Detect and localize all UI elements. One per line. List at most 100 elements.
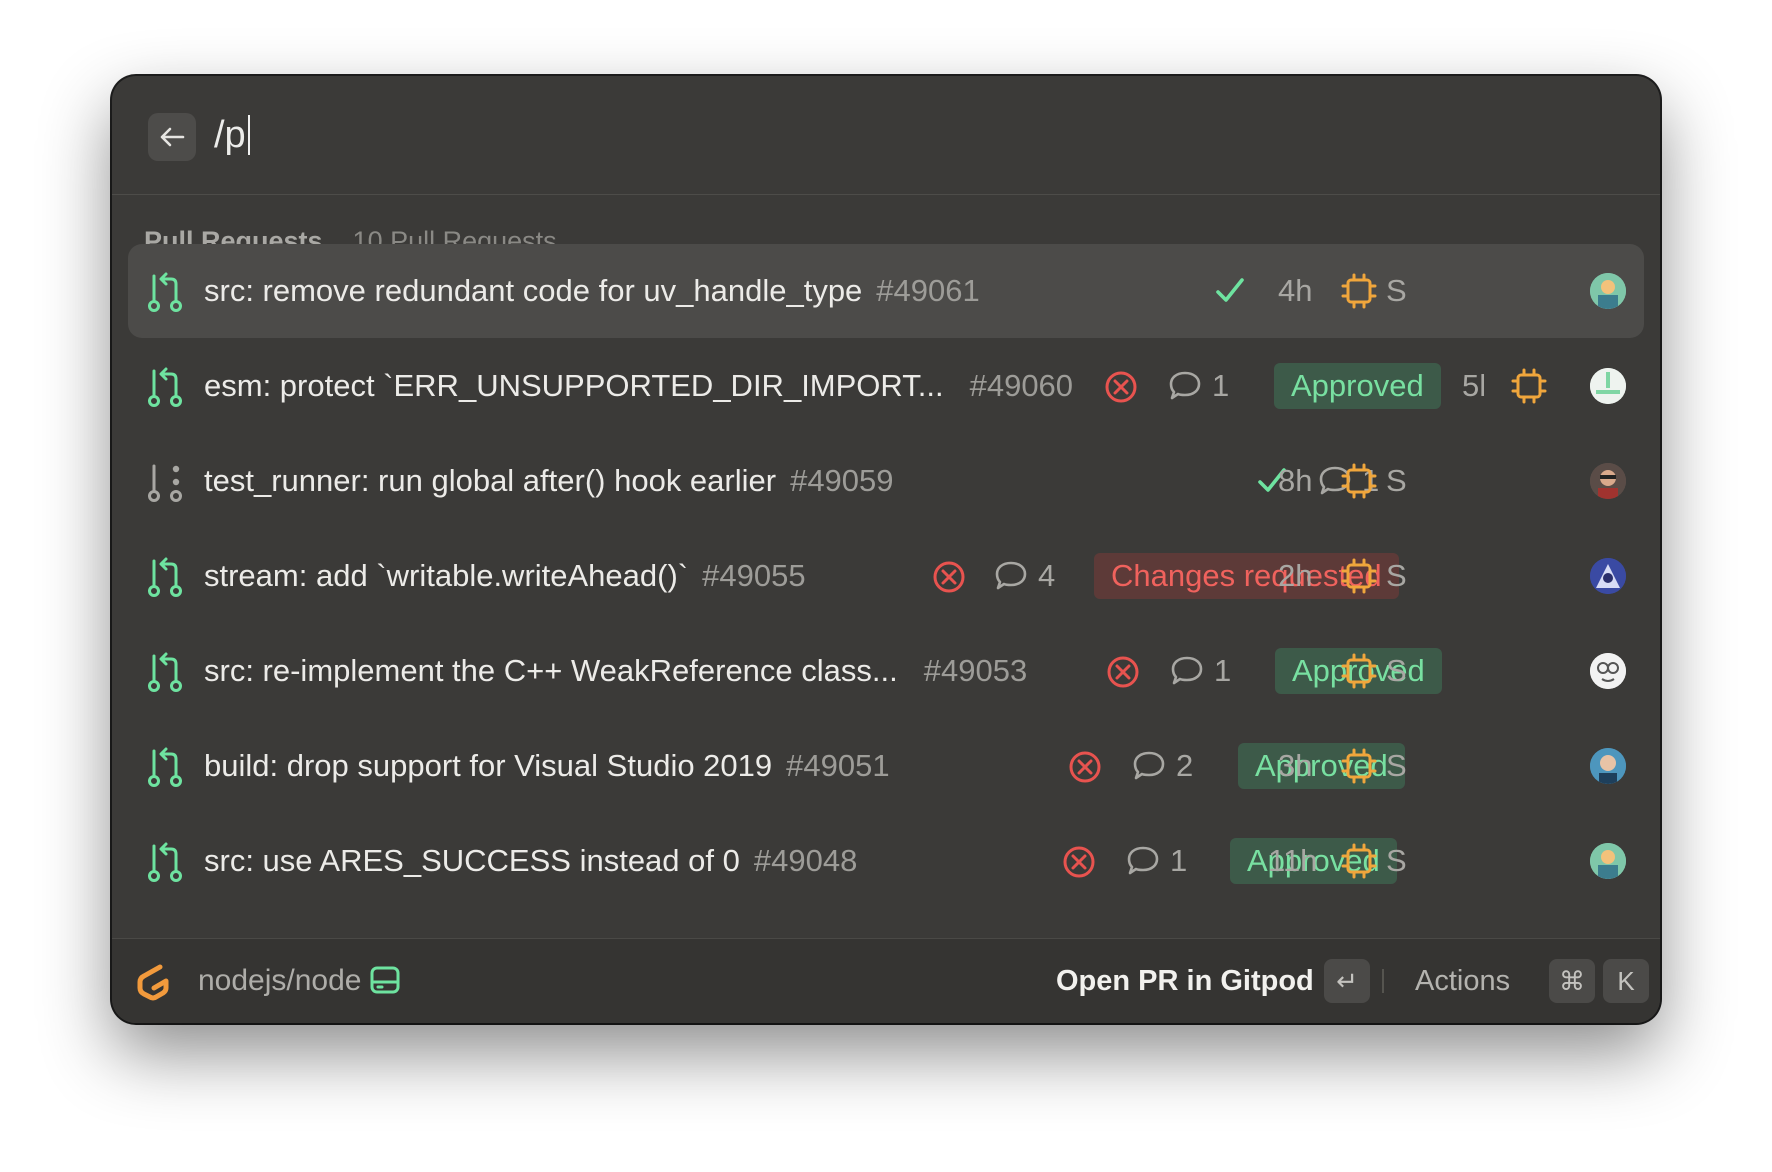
chip-icon — [1358, 367, 1396, 405]
comment-icon — [1169, 371, 1201, 400]
avatar[interactable] — [1590, 843, 1626, 879]
pr-row-49060[interactable]: esm: protect `ERR_UNSUPPORTED_DIR_IMPORT… — [128, 339, 1644, 433]
pr-title-text: src: use ARES_SUCCESS instead of 0 — [204, 843, 740, 878]
pr-title: build: drop support for Visual Studio 20… — [204, 719, 890, 813]
pr-number: #49059 — [790, 463, 894, 498]
pr-time: 4h — [1278, 273, 1313, 308]
avatar[interactable] — [1590, 748, 1626, 784]
arrow-left-icon — [160, 127, 185, 147]
pr-number: #49055 — [702, 558, 806, 593]
pr-time: 11h — [1268, 843, 1318, 878]
comment-count-text: 1 — [1214, 653, 1232, 688]
x-circle-icon — [933, 561, 965, 593]
pr-row-49051[interactable]: build: drop support for Visual Studio 20… — [128, 719, 1644, 813]
pr-title: src: remove redundant code for uv_handle… — [204, 244, 980, 338]
pr-title: src: re-implement the C++ WeakReference … — [204, 624, 1027, 718]
pr-title-text: src: remove redundant code for uv_handle… — [204, 273, 863, 308]
git-pull-request-icon — [148, 652, 182, 692]
avatar[interactable] — [1590, 653, 1626, 689]
search-bar: /p — [112, 76, 1660, 195]
search-query-text: /p — [214, 114, 246, 156]
chip-icon — [1341, 558, 1377, 594]
avatar[interactable] — [1590, 558, 1626, 594]
chip-icon — [1341, 748, 1377, 784]
k-key-hint: K — [1603, 959, 1649, 1003]
git-pull-request-draft-icon — [148, 464, 182, 502]
pr-number: #49053 — [923, 653, 1028, 688]
comment-count-text: 1 — [1170, 843, 1188, 878]
git-pull-request-icon — [148, 747, 182, 787]
git-pull-request-icon — [148, 367, 182, 407]
pr-row-49055[interactable]: stream: add `writable.writeAhead()` #4905… — [128, 529, 1644, 623]
footer-divider — [1382, 969, 1384, 993]
x-circle-icon — [1107, 656, 1139, 688]
pr-row-49061[interactable]: src: remove redundant code for uv_handle… — [128, 244, 1644, 338]
pr-row-49048[interactable]: src: use ARES_SUCCESS instead of 0 #49048… — [128, 814, 1644, 908]
pr-size: S — [1386, 273, 1407, 308]
footer-bar: nodejs/node Open PR in Gitpod ↵ Actions … — [112, 938, 1660, 1023]
review-badge: Approved — [1238, 743, 1405, 789]
comment-count-text: 2 — [1176, 748, 1194, 783]
pr-title: src: use ARES_SUCCESS instead of 0 #49048 — [204, 814, 857, 908]
pr-title: stream: add `writable.writeAhead()` #4905… — [204, 529, 806, 623]
command-palette-window: /p Pull Requests 10 Pull Requests src: re… — [112, 76, 1660, 1023]
chip-icon — [1511, 368, 1547, 404]
chip-icon — [1341, 463, 1377, 499]
repo-name[interactable]: nodejs/node — [198, 939, 361, 1023]
command-key-hint: ⌘ — [1549, 959, 1595, 1003]
comment-count-text: 4 — [1038, 558, 1056, 593]
x-circle-icon — [1105, 371, 1137, 403]
comment-count-text: 1 — [1212, 368, 1230, 403]
comment-icon — [995, 561, 1027, 590]
pr-size: S — [1386, 653, 1407, 688]
pr-number: #49061 — [876, 273, 980, 308]
comment-count: 2 — [1132, 747, 1193, 785]
pr-size: S — [1386, 843, 1407, 878]
comment-count: 1 — [1168, 367, 1229, 405]
hard-drive-icon[interactable] — [368, 963, 402, 997]
pr-number: #49051 — [786, 748, 890, 783]
avatar[interactable] — [1590, 273, 1626, 309]
pr-title-text: src: re-implement the C++ WeakReference … — [204, 653, 898, 688]
avatar[interactable] — [1590, 368, 1626, 404]
back-button[interactable] — [148, 113, 196, 161]
text-caret — [247, 115, 250, 155]
avatar[interactable] — [1590, 463, 1626, 499]
x-circle-icon — [1063, 846, 1095, 878]
chip-icon — [1341, 843, 1377, 879]
pr-time: 5h — [1462, 368, 1484, 403]
x-circle-icon — [1069, 751, 1101, 783]
pr-time: 2h — [1278, 558, 1313, 593]
pr-size: S — [1386, 748, 1407, 783]
pr-row-49059[interactable]: test_runner: run global after() hook ear… — [128, 434, 1644, 528]
pr-title-text: build: drop support for Visual Studio 20… — [204, 748, 773, 783]
comment-count: 1 — [1126, 842, 1187, 880]
enter-key-hint: ↵ — [1324, 959, 1370, 1003]
pr-title-text: esm: protect `ERR_UNSUPPORTED_DIR_IMPORT… — [204, 368, 944, 403]
comment-count: 4 — [994, 557, 1055, 595]
pr-title: test_runner: run global after() hook ear… — [204, 434, 894, 528]
comment-icon — [1171, 656, 1203, 685]
pr-number: #49048 — [753, 843, 858, 878]
pr-row-49053[interactable]: src: re-implement the C++ WeakReference … — [128, 624, 1644, 718]
comment-icon — [1127, 846, 1159, 875]
git-pull-request-icon — [148, 272, 182, 312]
search-input[interactable]: /p — [214, 110, 250, 160]
actions-button[interactable]: Actions — [1415, 939, 1510, 1023]
check-icon — [1216, 278, 1244, 302]
git-pull-request-icon — [148, 557, 182, 597]
pr-title-text: stream: add `writable.writeAhead()` — [204, 558, 689, 593]
open-pr-in-gitpod-button[interactable]: Open PR in Gitpod — [1056, 939, 1314, 1023]
comment-icon — [1133, 751, 1165, 780]
gitpod-logo-icon — [137, 964, 169, 1001]
pr-time-value: 8h — [1278, 463, 1313, 498]
chip-icon — [1341, 273, 1377, 309]
pr-time: 3h — [1278, 748, 1313, 783]
pr-title-text: test_runner: run global after() hook ear… — [204, 463, 777, 498]
chip-icon — [1341, 653, 1377, 689]
pr-size: S — [1386, 463, 1407, 498]
pr-title: esm: protect `ERR_UNSUPPORTED_DIR_IMPORT… — [204, 339, 1073, 433]
comment-count: 1 — [1170, 652, 1231, 690]
pr-size: S — [1386, 558, 1407, 593]
git-pull-request-icon — [148, 842, 182, 882]
